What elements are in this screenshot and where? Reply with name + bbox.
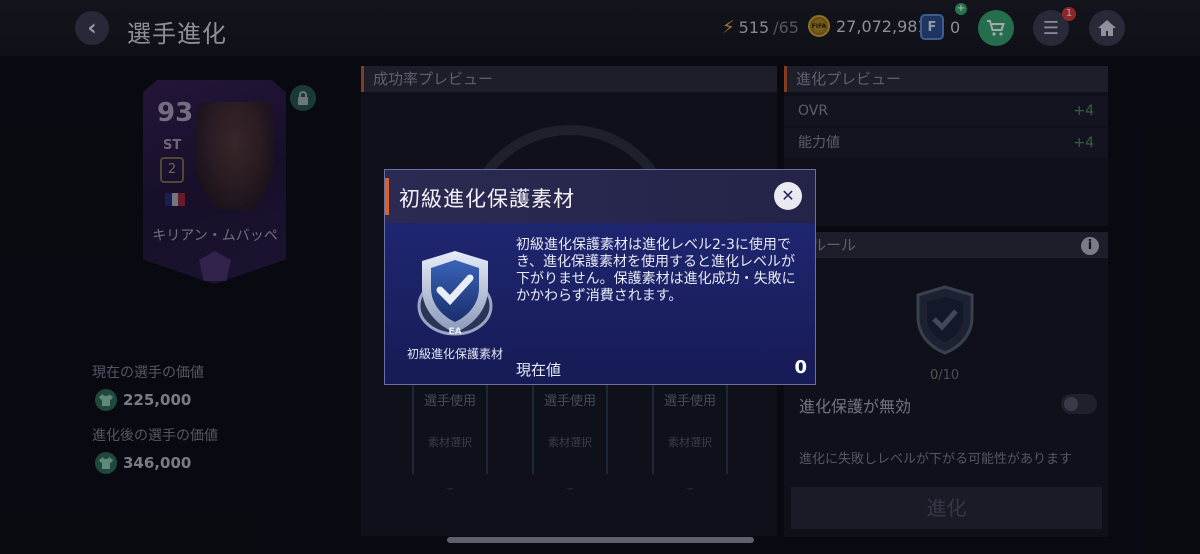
close-icon: ✕	[781, 186, 795, 205]
modal-header: 初級進化保護素材 ✕	[385, 170, 815, 223]
modal-body: EA 初級進化保護素材 初級進化保護素材は進化レベル2-3に使用でき、進化保護素…	[385, 223, 815, 384]
close-button[interactable]: ✕	[774, 182, 802, 210]
current-amount-label: 現在値	[516, 361, 562, 379]
current-amount-value: 0	[794, 357, 807, 378]
item-description: 初級進化保護素材は進化レベル2-3に使用でき、進化保護素材を使用すると進化レベル…	[516, 237, 796, 304]
item-name: 初級進化保護素材	[406, 347, 503, 361]
protection-material-icon: EA	[417, 251, 493, 337]
item-info-modal: 初級進化保護素材 ✕ EA 初級進化保護素材 初級進化保護素材は進化レベル2-3…	[384, 169, 816, 385]
svg-text:EA: EA	[448, 327, 461, 337]
modal-title: 初級進化保護素材	[399, 187, 575, 211]
